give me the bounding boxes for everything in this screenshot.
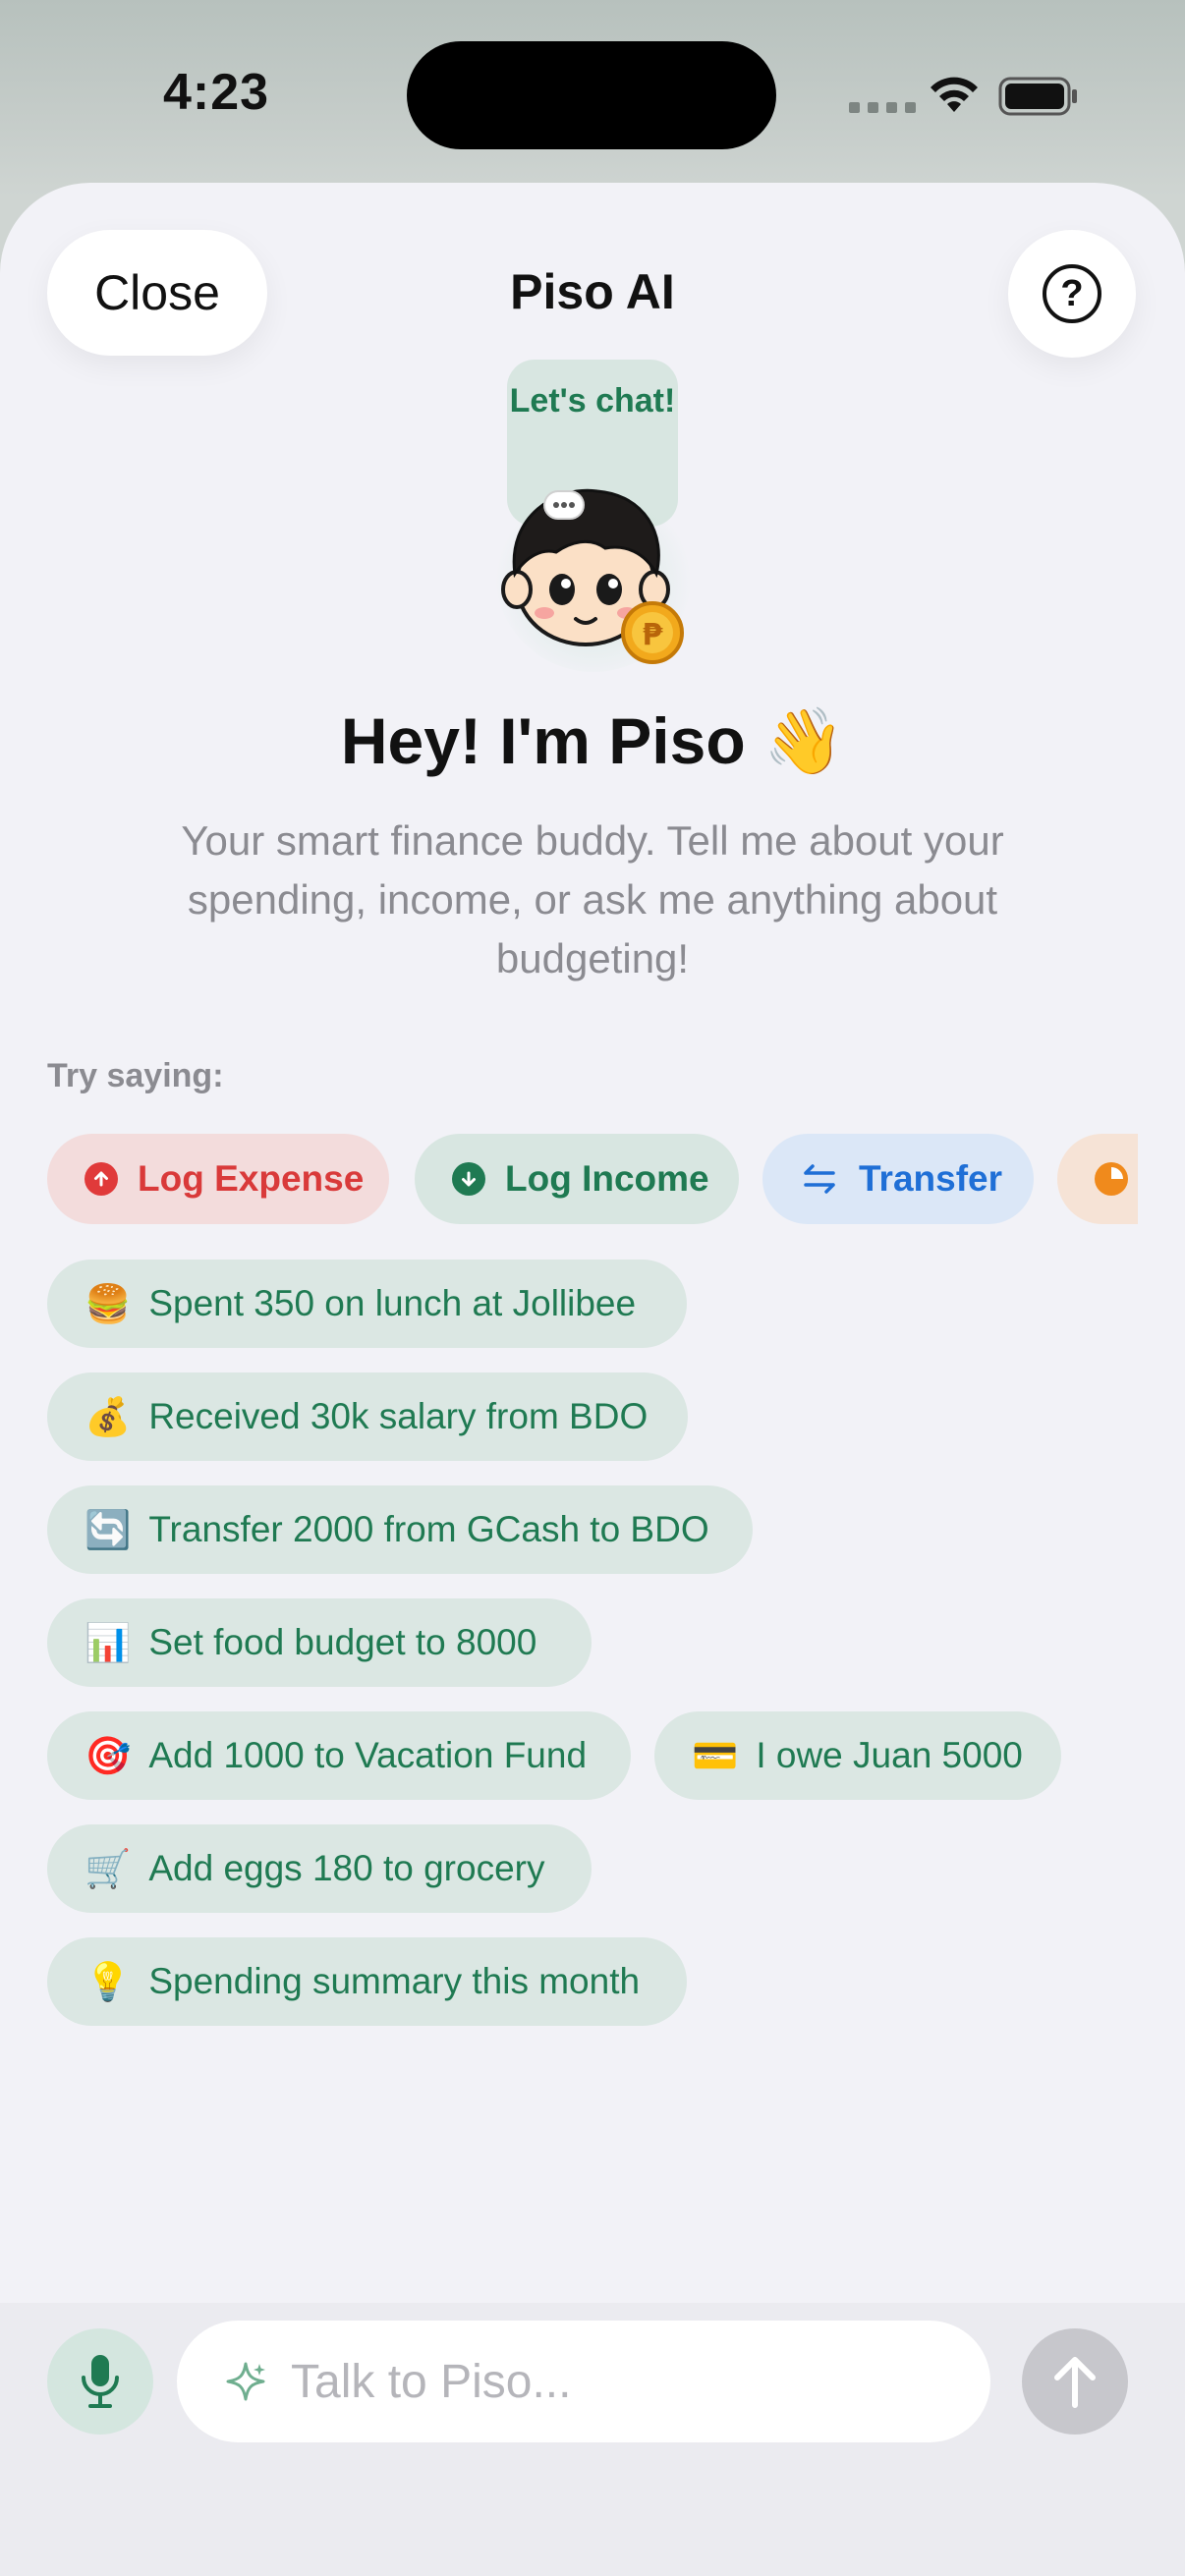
chip-label: Log Income: [505, 1158, 709, 1199]
transfer-chip[interactable]: Transfer: [762, 1134, 1034, 1224]
microphone-icon: [82, 2355, 119, 2408]
suggestion-text: Spent 350 on lunch at Jollibee: [148, 1283, 637, 1323]
quick-action-row[interactable]: Log Expense Log Income Transfer: [47, 1134, 1138, 1224]
message-composer: [0, 2303, 1185, 2576]
battery-icon: [998, 77, 1077, 116]
chip-label: Log Expense: [138, 1158, 365, 1199]
pie-chart-icon: [1095, 1162, 1128, 1196]
status-time: 4:23: [163, 64, 270, 121]
credit-card-icon: 💳: [692, 1733, 739, 1777]
cellular-signal-icon: [849, 102, 916, 113]
svg-text:₱: ₱: [643, 618, 663, 652]
shopping-cart-icon: 🛒: [85, 1846, 132, 1890]
arrow-up-circle-icon: [85, 1162, 118, 1196]
question-circle-icon: ?: [1043, 264, 1101, 323]
chip-label: Transfer: [859, 1158, 1003, 1199]
suggestions-label: Try saying:: [47, 1057, 224, 1094]
message-input[interactable]: [291, 2354, 959, 2409]
suggestion-text: Add eggs 180 to grocery: [148, 1848, 545, 1888]
arrow-up-icon: [1054, 2357, 1096, 2408]
suggestion-chip[interactable]: 📊 Set food budget to 8000: [47, 1598, 592, 1687]
suggestion-text: Add 1000 to Vacation Fund: [148, 1735, 588, 1775]
swap-arrows-icon: [800, 1162, 839, 1196]
bar-chart-icon: 📊: [85, 1620, 132, 1664]
message-input-container[interactable]: [177, 2321, 990, 2442]
send-button[interactable]: [1022, 2328, 1128, 2435]
microphone-button[interactable]: [47, 2328, 153, 2435]
hero-subtitle: Your smart finance buddy. Tell me about …: [181, 817, 1004, 981]
dynamic-island: [407, 41, 776, 149]
suggestion-text: Set food budget to 8000: [148, 1622, 537, 1662]
piso-mascot-avatar: ₱: [495, 476, 692, 672]
status-bar: 4:23: [0, 0, 1185, 187]
target-icon: 🎯: [85, 1733, 132, 1777]
suggestion-chip[interactable]: 💰 Received 30k salary from BDO: [47, 1372, 688, 1461]
chat-sheet: Close Piso AI ? Let's chat! ₱ Hey! I'm P…: [0, 183, 1185, 2576]
suggestion-chip[interactable]: 🍔 Spent 350 on lunch at Jollibee: [47, 1260, 687, 1348]
suggestion-chip[interactable]: 💳 I owe Juan 5000: [654, 1711, 1061, 1800]
suggestion-chip[interactable]: 🎯 Add 1000 to Vacation Fund: [47, 1711, 631, 1800]
wifi-icon: [931, 77, 978, 112]
budget-chip[interactable]: [1057, 1134, 1138, 1224]
refresh-icon: 🔄: [85, 1507, 132, 1551]
suggestion-text: I owe Juan 5000: [756, 1735, 1023, 1775]
arrow-down-circle-icon: [452, 1162, 485, 1196]
burger-icon: 🍔: [85, 1281, 132, 1325]
light-bulb-icon: 💡: [85, 1959, 132, 2003]
help-button[interactable]: ?: [1008, 230, 1136, 358]
suggestion-chip[interactable]: 💡 Spending summary this month: [47, 1937, 687, 2026]
log-income-chip[interactable]: Log Income: [415, 1134, 739, 1224]
suggestion-chip[interactable]: 🛒 Add eggs 180 to grocery: [47, 1824, 592, 1913]
hero-title: Hey! I'm Piso 👋: [340, 704, 845, 777]
suggestion-text: Spending summary this month: [148, 1961, 641, 2001]
suggestion-text: Received 30k salary from BDO: [148, 1396, 649, 1436]
sparkle-icon: [226, 2362, 265, 2401]
money-bag-icon: 💰: [85, 1394, 132, 1438]
log-expense-chip[interactable]: Log Expense: [47, 1134, 389, 1224]
suggestion-chip[interactable]: 🔄 Transfer 2000 from GCash to BDO: [47, 1485, 753, 1574]
suggestion-text: Transfer 2000 from GCash to BDO: [148, 1509, 709, 1549]
